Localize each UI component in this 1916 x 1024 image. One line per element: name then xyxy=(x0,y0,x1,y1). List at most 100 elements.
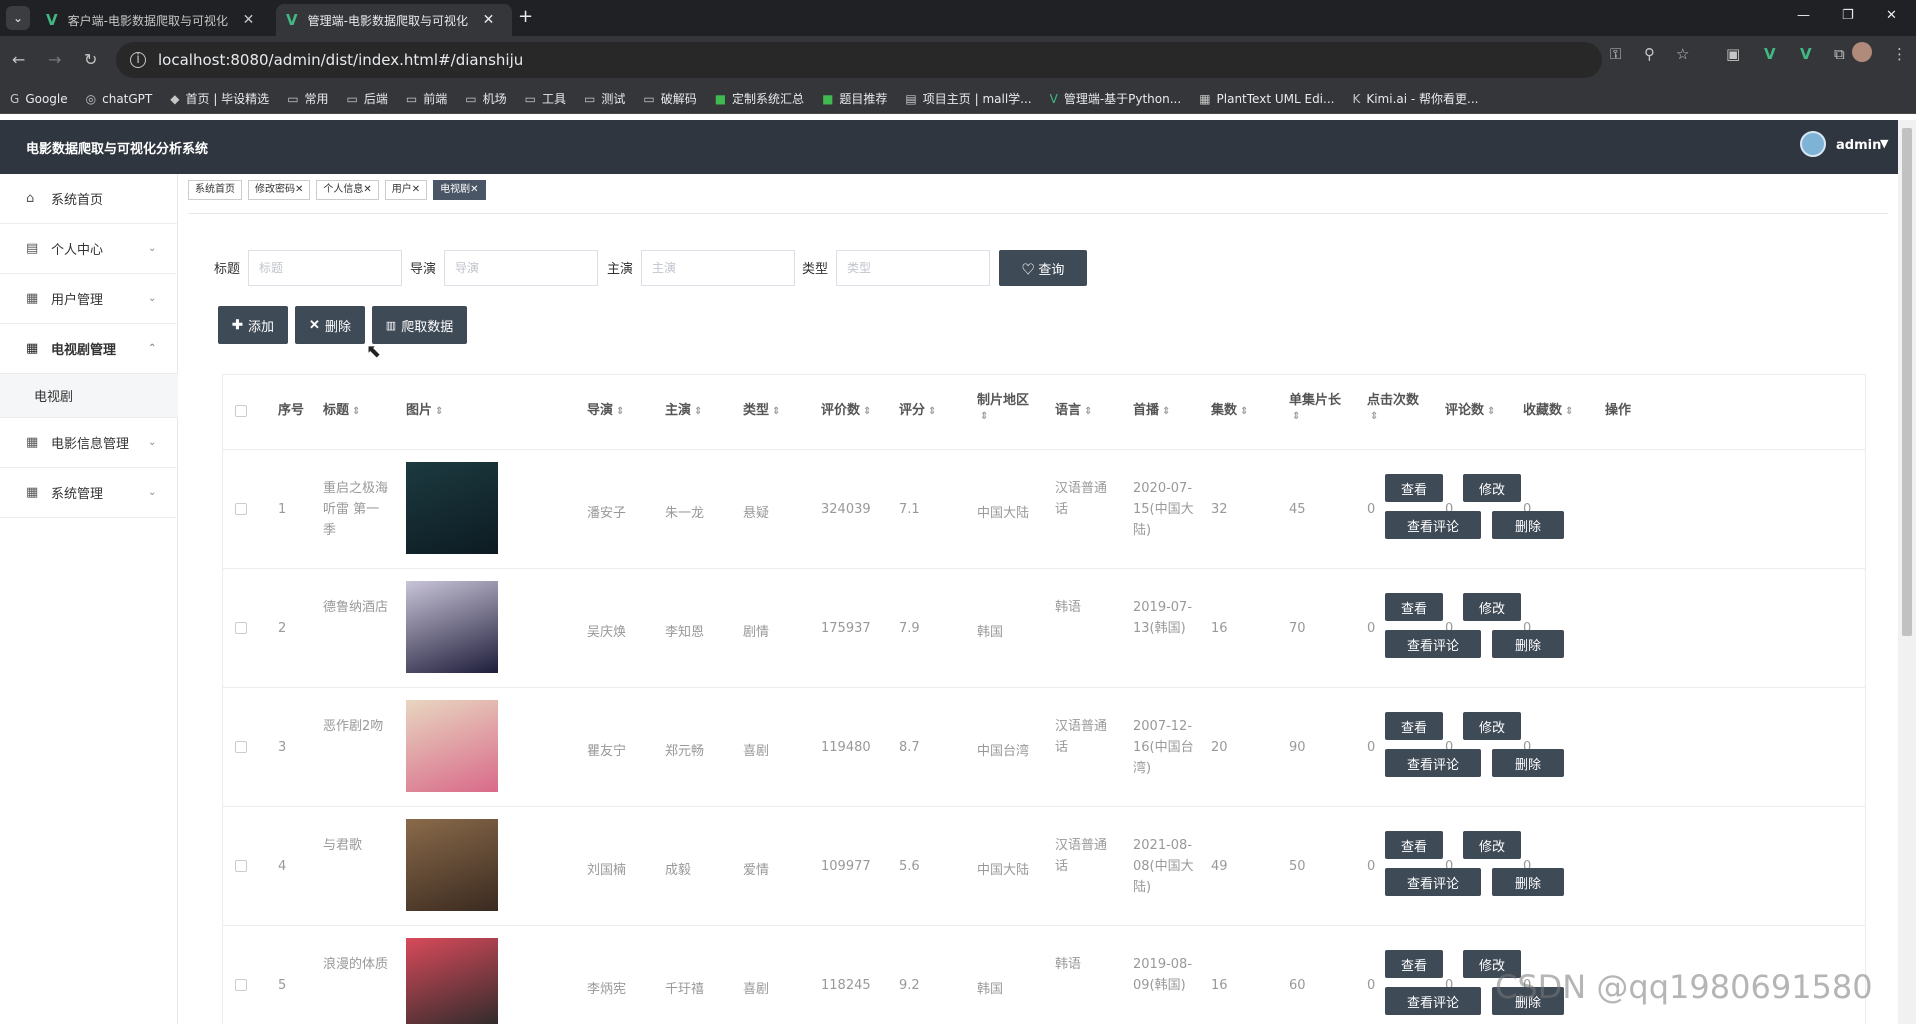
col-header-ratings[interactable]: 评价数 ⇕ xyxy=(821,399,871,418)
back-icon[interactable]: ← xyxy=(12,50,25,69)
sort-icon[interactable]: ⇕ xyxy=(616,406,624,417)
avatar[interactable] xyxy=(1800,131,1826,157)
bookmark-star-icon[interactable]: ☆ xyxy=(1676,45,1689,63)
tag-tv[interactable]: 电视剧✕ xyxy=(433,180,486,200)
sidebar-item-home[interactable]: ⌂ 系统首页 xyxy=(0,174,178,224)
view-comments-button[interactable]: 查看评论 xyxy=(1385,868,1481,896)
close-icon[interactable]: ✕ xyxy=(470,184,478,195)
bookmark-item[interactable]: K Kimi.ai - 帮你看更... xyxy=(1352,90,1478,107)
col-header-favorites[interactable]: 收藏数 ⇕ xyxy=(1523,399,1573,418)
sidebar-item-personal[interactable]: ▤ 个人中心 ⌄ xyxy=(0,224,178,274)
sort-icon[interactable]: ⇕ xyxy=(1162,406,1170,417)
caret-down-icon[interactable]: ▼ xyxy=(1880,137,1888,150)
view-comments-button[interactable]: 查看评论 xyxy=(1385,987,1481,1015)
reload-icon[interactable]: ↻ xyxy=(84,50,97,69)
row-checkbox[interactable] xyxy=(235,979,247,991)
col-header-score[interactable]: 评分 ⇕ xyxy=(899,399,936,418)
sort-icon[interactable]: ⇕ xyxy=(1565,406,1573,417)
view-button[interactable]: 查看 xyxy=(1385,712,1443,740)
bookmark-folder[interactable]: ▭ 测试 xyxy=(584,90,625,107)
delete-button[interactable]: ✕ 删除 xyxy=(295,306,365,344)
sort-icon[interactable]: ⇕ xyxy=(863,406,871,417)
tab-search-button[interactable]: ⌄ xyxy=(6,6,30,30)
tag-users[interactable]: 用户✕ xyxy=(384,180,428,200)
col-header-language[interactable]: 语言 ⇕ xyxy=(1055,399,1092,418)
crawl-data-button[interactable]: ▥ 爬取数据 xyxy=(372,306,467,344)
bookmark-folder[interactable]: ▭ 机场 xyxy=(465,90,506,107)
bookmark-item[interactable]: V 管理端-基于Python... xyxy=(1050,90,1182,107)
row-checkbox[interactable] xyxy=(235,622,247,634)
close-icon[interactable]: ✕ xyxy=(243,12,255,28)
view-comments-button[interactable]: 查看评论 xyxy=(1385,630,1481,658)
select-all-checkbox[interactable] xyxy=(235,405,247,417)
url-text[interactable]: localhost:8080/admin/dist/index.html#/di… xyxy=(158,51,523,69)
tag-home[interactable]: 系统首页 xyxy=(188,180,242,200)
view-comments-button[interactable]: 查看评论 xyxy=(1385,511,1481,539)
bookmark-item[interactable]: ▤ 项目主页 | mall学... xyxy=(905,90,1031,107)
bookmark-folder[interactable]: ▭ 前端 xyxy=(406,90,447,107)
bookmark-folder[interactable]: ▭ 后端 xyxy=(347,90,388,107)
row-delete-button[interactable]: 删除 xyxy=(1492,511,1564,539)
col-header-title[interactable]: 标题 ⇕ xyxy=(323,399,360,418)
sidebar-item-tv[interactable]: 电视剧 xyxy=(0,374,178,418)
sort-icon[interactable]: ⇕ xyxy=(1370,411,1378,422)
bookmark-item[interactable]: ■ 题目推荐 xyxy=(822,90,887,107)
minimize-icon[interactable]: — xyxy=(1797,8,1810,23)
view-button[interactable]: 查看 xyxy=(1385,831,1443,859)
director-input[interactable] xyxy=(444,250,598,286)
col-header-clicks[interactable]: 点击次数 ⇕ xyxy=(1367,389,1427,423)
window-close-icon[interactable]: ✕ xyxy=(1886,8,1897,23)
sort-icon[interactable]: ⇕ xyxy=(1487,406,1495,417)
col-header-comments[interactable]: 评论数 ⇕ xyxy=(1445,399,1495,418)
edit-button[interactable]: 修改 xyxy=(1463,712,1521,740)
bookmark-folder[interactable]: ▭ 破解码 xyxy=(643,90,696,107)
edit-button[interactable]: 修改 xyxy=(1463,593,1521,621)
view-comments-button[interactable]: 查看评论 xyxy=(1385,749,1481,777)
extensions-puzzle-icon[interactable]: ⧉ xyxy=(1834,45,1845,63)
view-button[interactable]: 查看 xyxy=(1385,950,1443,978)
col-header-length[interactable]: 单集片长 ⇕ xyxy=(1289,389,1349,423)
bookmark-item[interactable]: ■ 定制系统汇总 xyxy=(715,90,804,107)
sort-icon[interactable]: ⇕ xyxy=(928,406,936,417)
tag-profile[interactable]: 个人信息✕ xyxy=(316,180,379,200)
close-icon[interactable]: ✕ xyxy=(483,12,495,28)
close-icon[interactable]: ✕ xyxy=(412,184,420,195)
scrollbar-thumb[interactable] xyxy=(1902,128,1912,636)
col-header-region[interactable]: 制片地区 ⇕ xyxy=(977,389,1037,423)
view-button[interactable]: 查看 xyxy=(1385,593,1443,621)
col-header-episodes[interactable]: 集数 ⇕ xyxy=(1211,399,1248,418)
col-header-director[interactable]: 导演 ⇕ xyxy=(587,399,624,418)
browser-tab-client[interactable]: V 客户端-电影数据爬取与可视化 ✕ xyxy=(36,4,272,36)
address-bar[interactable]: i localhost:8080/admin/dist/index.html#/… xyxy=(116,42,1602,78)
sort-icon[interactable]: ⇕ xyxy=(980,411,988,422)
edit-button[interactable]: 修改 xyxy=(1463,474,1521,502)
title-input[interactable] xyxy=(248,250,402,286)
user-name[interactable]: admin xyxy=(1836,138,1881,153)
close-icon[interactable]: ✕ xyxy=(295,184,303,195)
row-checkbox[interactable] xyxy=(235,860,247,872)
view-button[interactable]: 查看 xyxy=(1385,474,1443,502)
col-header-actor[interactable]: 主演 ⇕ xyxy=(665,399,702,418)
bookmark-item[interactable]: ▦ PlantText UML Edi... xyxy=(1199,92,1334,106)
new-tab-icon[interactable]: + xyxy=(518,6,533,27)
sort-icon[interactable]: ⇕ xyxy=(772,406,780,417)
vue-devtools-icon[interactable]: V xyxy=(1764,45,1776,63)
close-icon[interactable]: ✕ xyxy=(363,184,371,195)
forward-icon[interactable]: → xyxy=(48,50,61,69)
add-button[interactable]: ✚ 添加 xyxy=(218,306,288,344)
restore-icon[interactable]: ❐ xyxy=(1842,8,1854,23)
sidebar-item-tv-management[interactable]: ▦ 电视剧管理 ⌃ xyxy=(0,324,178,374)
browser-tab-admin[interactable]: V 管理端-电影数据爬取与可视化 ✕ xyxy=(276,4,512,36)
bookmark-item[interactable]: G Google xyxy=(10,92,68,106)
edit-button[interactable]: 修改 xyxy=(1463,831,1521,859)
query-button[interactable]: ♡ 查询 xyxy=(999,250,1087,286)
tag-change-password[interactable]: 修改密码✕ xyxy=(248,180,311,200)
sort-icon[interactable]: ⇕ xyxy=(1084,406,1092,417)
bookmark-folder[interactable]: ▭ 常用 xyxy=(287,90,328,107)
profile-avatar-icon[interactable] xyxy=(1852,42,1872,62)
col-header-type[interactable]: 类型 ⇕ xyxy=(743,399,780,418)
sort-icon[interactable]: ⇕ xyxy=(1240,406,1248,417)
sort-icon[interactable]: ⇕ xyxy=(1292,411,1300,422)
password-key-icon[interactable]: ⚿ xyxy=(1610,45,1621,63)
menu-dots-icon[interactable]: ⋮ xyxy=(1892,45,1907,63)
